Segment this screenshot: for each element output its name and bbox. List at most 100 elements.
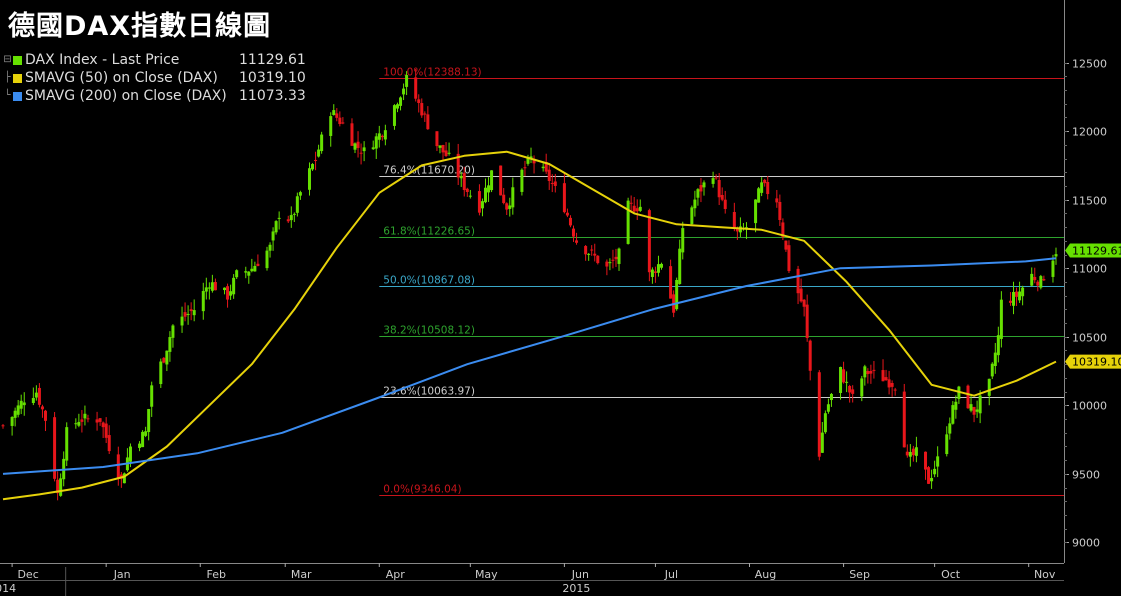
candle <box>978 395 982 414</box>
candle <box>183 312 187 317</box>
legend-item-price[interactable]: ⊟ DAX Index - Last Price 11129.61 <box>3 51 306 69</box>
candle <box>359 152 363 154</box>
candle <box>650 269 654 277</box>
candle <box>377 133 381 140</box>
candle <box>223 287 227 291</box>
candle <box>866 370 870 375</box>
x-tick-label: Aug <box>755 568 776 581</box>
candle <box>159 361 163 385</box>
candle <box>908 451 912 457</box>
candle <box>59 478 63 496</box>
candle <box>1021 287 1025 297</box>
candle <box>565 212 569 216</box>
candle <box>274 221 278 233</box>
candle <box>951 405 955 424</box>
minus-box-icon[interactable]: ⊟ <box>3 51 12 69</box>
candle <box>292 213 296 215</box>
candle <box>213 281 217 291</box>
candle <box>541 166 545 169</box>
candle <box>999 299 1003 339</box>
legend-value: 11073.33 <box>239 88 306 104</box>
candle <box>147 409 151 433</box>
candle <box>690 207 694 225</box>
candle <box>162 357 166 363</box>
candle <box>65 427 69 461</box>
candle <box>13 410 17 418</box>
candle <box>702 182 706 188</box>
candle <box>414 77 418 99</box>
candle <box>732 212 736 228</box>
candle <box>465 188 469 192</box>
candle <box>593 253 597 256</box>
candle <box>860 378 864 397</box>
candle <box>596 255 600 264</box>
candle <box>1033 276 1037 281</box>
candle <box>890 382 894 387</box>
legend-label: DAX Index - Last Price <box>25 52 180 68</box>
candle <box>502 194 506 204</box>
candle <box>933 468 937 475</box>
candle <box>477 191 481 213</box>
candle <box>417 99 421 103</box>
candle <box>104 423 108 438</box>
candle <box>902 391 906 448</box>
candle <box>966 385 970 409</box>
candle <box>128 446 132 462</box>
candle <box>487 185 491 193</box>
candle <box>948 423 952 434</box>
candle <box>499 165 503 196</box>
tree-branch-icon: ├ <box>4 72 11 83</box>
candle <box>572 228 576 237</box>
candle <box>189 309 193 312</box>
candle <box>43 410 47 421</box>
candle <box>608 262 612 264</box>
fib-label: 100.0%(12388.13) <box>383 67 481 79</box>
candle <box>138 443 142 448</box>
candle <box>98 418 102 422</box>
candle <box>490 170 494 191</box>
candle <box>678 248 682 284</box>
candle <box>653 271 657 273</box>
x-tick-label: Feb <box>207 568 226 581</box>
candle <box>232 277 236 295</box>
candle <box>95 419 99 423</box>
candle <box>784 240 788 250</box>
candle <box>587 253 591 255</box>
candle <box>83 413 87 419</box>
candle <box>632 205 636 212</box>
last-value-label: 11129.61 <box>1072 244 1121 257</box>
candle <box>763 179 767 184</box>
candle <box>320 134 324 152</box>
candle <box>141 431 145 448</box>
candle <box>399 97 403 106</box>
sma50-line <box>2 150 1057 501</box>
candle <box>402 88 406 95</box>
candle <box>820 432 824 453</box>
candle <box>829 393 833 401</box>
candle <box>277 217 281 219</box>
legend-item-sma50[interactable]: ├ SMAVG (50) on Close (DAX) 10319.10 <box>3 69 305 87</box>
candle <box>808 340 812 371</box>
candle <box>1042 279 1046 281</box>
candle <box>629 202 633 204</box>
candle <box>226 286 230 300</box>
candle <box>244 271 248 273</box>
candle <box>171 325 175 338</box>
candle <box>204 287 208 292</box>
candle <box>268 244 272 251</box>
candle <box>845 381 849 383</box>
candle <box>192 310 196 316</box>
x-year-label: 2014 <box>0 582 16 595</box>
candle <box>107 435 111 452</box>
legend-label: SMAVG (50) on Close (DAX) <box>25 70 218 86</box>
candle <box>16 405 20 415</box>
chart-title: 德國DAX指數日線圖 <box>8 11 272 42</box>
candle <box>972 406 976 415</box>
candle <box>696 189 700 198</box>
candle <box>286 219 290 222</box>
candle <box>1051 260 1055 277</box>
legend-item-sma200[interactable]: └ SMAVG (200) on Close (DAX) 11073.33 <box>3 87 306 105</box>
candle <box>805 304 809 338</box>
candle <box>468 195 472 197</box>
candle <box>760 182 764 193</box>
